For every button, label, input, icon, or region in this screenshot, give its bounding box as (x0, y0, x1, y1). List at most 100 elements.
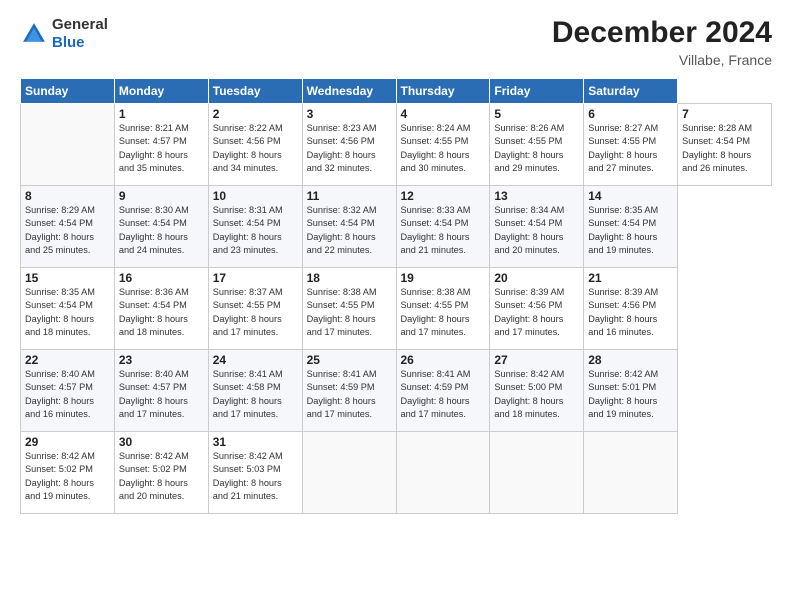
calendar-cell: 23 Sunrise: 8:40 AM Sunset: 4:57 PM Dayl… (114, 350, 208, 432)
sunset: Sunset: 5:02 PM (25, 464, 93, 474)
day-number: 1 (119, 107, 204, 121)
daylight: Daylight: 8 hours and 19 minutes. (588, 232, 657, 255)
sunset: Sunset: 5:03 PM (213, 464, 281, 474)
calendar-cell: 15 Sunrise: 8:35 AM Sunset: 4:54 PM Dayl… (21, 268, 115, 350)
daylight: Daylight: 8 hours and 35 minutes. (119, 150, 188, 173)
daylight: Daylight: 8 hours and 22 minutes. (307, 232, 376, 255)
calendar-table: Sunday Monday Tuesday Wednesday Thursday… (20, 78, 772, 514)
sunset: Sunset: 4:54 PM (307, 218, 375, 228)
sunrise: Sunrise: 8:42 AM (588, 369, 658, 379)
calendar-cell: 26 Sunrise: 8:41 AM Sunset: 4:59 PM Dayl… (396, 350, 490, 432)
sunrise: Sunrise: 8:37 AM (213, 287, 283, 297)
daylight: Daylight: 8 hours and 21 minutes. (213, 478, 282, 501)
sunrise: Sunrise: 8:40 AM (25, 369, 95, 379)
sunset: Sunset: 4:56 PM (588, 300, 656, 310)
day-number: 9 (119, 189, 204, 203)
week-row-2: 8 Sunrise: 8:29 AM Sunset: 4:54 PM Dayli… (21, 186, 772, 268)
day-info: Sunrise: 8:22 AM Sunset: 4:56 PM Dayligh… (213, 122, 298, 175)
sunrise: Sunrise: 8:28 AM (682, 123, 752, 133)
calendar-cell: 13 Sunrise: 8:34 AM Sunset: 4:54 PM Dayl… (490, 186, 584, 268)
sunrise: Sunrise: 8:42 AM (213, 451, 283, 461)
calendar-cell: 19 Sunrise: 8:38 AM Sunset: 4:55 PM Dayl… (396, 268, 490, 350)
sunset: Sunset: 4:54 PM (25, 300, 93, 310)
daylight: Daylight: 8 hours and 27 minutes. (588, 150, 657, 173)
sunset: Sunset: 4:55 PM (401, 136, 469, 146)
daylight: Daylight: 8 hours and 20 minutes. (494, 232, 563, 255)
sunset: Sunset: 4:54 PM (119, 300, 187, 310)
day-info: Sunrise: 8:35 AM Sunset: 4:54 PM Dayligh… (25, 286, 110, 339)
calendar-cell: 14 Sunrise: 8:35 AM Sunset: 4:54 PM Dayl… (584, 186, 678, 268)
sunrise: Sunrise: 8:32 AM (307, 205, 377, 215)
calendar-page: General Blue December 2024 Villabe, Fran… (0, 0, 792, 612)
calendar-cell: 29 Sunrise: 8:42 AM Sunset: 5:02 PM Dayl… (21, 432, 115, 514)
sunset: Sunset: 4:58 PM (213, 382, 281, 392)
day-number: 17 (213, 271, 298, 285)
daylight: Daylight: 8 hours and 17 minutes. (307, 396, 376, 419)
day-info: Sunrise: 8:42 AM Sunset: 5:00 PM Dayligh… (494, 368, 579, 421)
day-number: 7 (682, 107, 767, 121)
day-info: Sunrise: 8:31 AM Sunset: 4:54 PM Dayligh… (213, 204, 298, 257)
col-sunday: Sunday (21, 79, 115, 104)
day-info: Sunrise: 8:29 AM Sunset: 4:54 PM Dayligh… (25, 204, 110, 257)
daylight: Daylight: 8 hours and 32 minutes. (307, 150, 376, 173)
calendar-cell: 12 Sunrise: 8:33 AM Sunset: 4:54 PM Dayl… (396, 186, 490, 268)
calendar-cell: 2 Sunrise: 8:22 AM Sunset: 4:56 PM Dayli… (208, 104, 302, 186)
daylight: Daylight: 8 hours and 17 minutes. (401, 396, 470, 419)
sunrise: Sunrise: 8:24 AM (401, 123, 471, 133)
sunset: Sunset: 4:55 PM (588, 136, 656, 146)
daylight: Daylight: 8 hours and 18 minutes. (494, 396, 563, 419)
calendar-cell: 25 Sunrise: 8:41 AM Sunset: 4:59 PM Dayl… (302, 350, 396, 432)
day-info: Sunrise: 8:42 AM Sunset: 5:02 PM Dayligh… (25, 450, 110, 503)
day-number: 26 (401, 353, 486, 367)
sunset: Sunset: 4:54 PM (213, 218, 281, 228)
day-number: 31 (213, 435, 298, 449)
day-number: 22 (25, 353, 110, 367)
sunset: Sunset: 5:01 PM (588, 382, 656, 392)
daylight: Daylight: 8 hours and 25 minutes. (25, 232, 94, 255)
sunrise: Sunrise: 8:42 AM (25, 451, 95, 461)
sunset: Sunset: 4:54 PM (119, 218, 187, 228)
daylight: Daylight: 8 hours and 17 minutes. (401, 314, 470, 337)
daylight: Daylight: 8 hours and 34 minutes. (213, 150, 282, 173)
calendar-cell (584, 432, 678, 514)
day-info: Sunrise: 8:40 AM Sunset: 4:57 PM Dayligh… (119, 368, 204, 421)
day-info: Sunrise: 8:35 AM Sunset: 4:54 PM Dayligh… (588, 204, 673, 257)
sunrise: Sunrise: 8:40 AM (119, 369, 189, 379)
sunset: Sunset: 4:54 PM (25, 218, 93, 228)
calendar-header-row: Sunday Monday Tuesday Wednesday Thursday… (21, 79, 772, 104)
day-info: Sunrise: 8:39 AM Sunset: 4:56 PM Dayligh… (494, 286, 579, 339)
day-info: Sunrise: 8:42 AM Sunset: 5:02 PM Dayligh… (119, 450, 204, 503)
daylight: Daylight: 8 hours and 21 minutes. (401, 232, 470, 255)
col-saturday: Saturday (584, 79, 678, 104)
sunrise: Sunrise: 8:35 AM (25, 287, 95, 297)
sunrise: Sunrise: 8:26 AM (494, 123, 564, 133)
sunrise: Sunrise: 8:27 AM (588, 123, 658, 133)
sunrise: Sunrise: 8:36 AM (119, 287, 189, 297)
sunrise: Sunrise: 8:38 AM (307, 287, 377, 297)
calendar-cell: 30 Sunrise: 8:42 AM Sunset: 5:02 PM Dayl… (114, 432, 208, 514)
sunrise: Sunrise: 8:41 AM (213, 369, 283, 379)
day-info: Sunrise: 8:34 AM Sunset: 4:54 PM Dayligh… (494, 204, 579, 257)
day-number: 23 (119, 353, 204, 367)
calendar-cell: 5 Sunrise: 8:26 AM Sunset: 4:55 PM Dayli… (490, 104, 584, 186)
daylight: Daylight: 8 hours and 17 minutes. (213, 396, 282, 419)
day-number: 12 (401, 189, 486, 203)
daylight: Daylight: 8 hours and 17 minutes. (213, 314, 282, 337)
calendar-cell (21, 104, 115, 186)
day-info: Sunrise: 8:30 AM Sunset: 4:54 PM Dayligh… (119, 204, 204, 257)
sunrise: Sunrise: 8:34 AM (494, 205, 564, 215)
logo-text: General Blue (52, 16, 108, 52)
day-info: Sunrise: 8:37 AM Sunset: 4:55 PM Dayligh… (213, 286, 298, 339)
day-info: Sunrise: 8:38 AM Sunset: 4:55 PM Dayligh… (307, 286, 392, 339)
day-info: Sunrise: 8:23 AM Sunset: 4:56 PM Dayligh… (307, 122, 392, 175)
day-number: 8 (25, 189, 110, 203)
sunrise: Sunrise: 8:41 AM (307, 369, 377, 379)
sunrise: Sunrise: 8:38 AM (401, 287, 471, 297)
day-info: Sunrise: 8:41 AM Sunset: 4:58 PM Dayligh… (213, 368, 298, 421)
day-number: 10 (213, 189, 298, 203)
calendar-cell: 17 Sunrise: 8:37 AM Sunset: 4:55 PM Dayl… (208, 268, 302, 350)
daylight: Daylight: 8 hours and 26 minutes. (682, 150, 751, 173)
calendar-cell: 20 Sunrise: 8:39 AM Sunset: 4:56 PM Dayl… (490, 268, 584, 350)
week-row-4: 22 Sunrise: 8:40 AM Sunset: 4:57 PM Dayl… (21, 350, 772, 432)
sunset: Sunset: 4:56 PM (494, 300, 562, 310)
